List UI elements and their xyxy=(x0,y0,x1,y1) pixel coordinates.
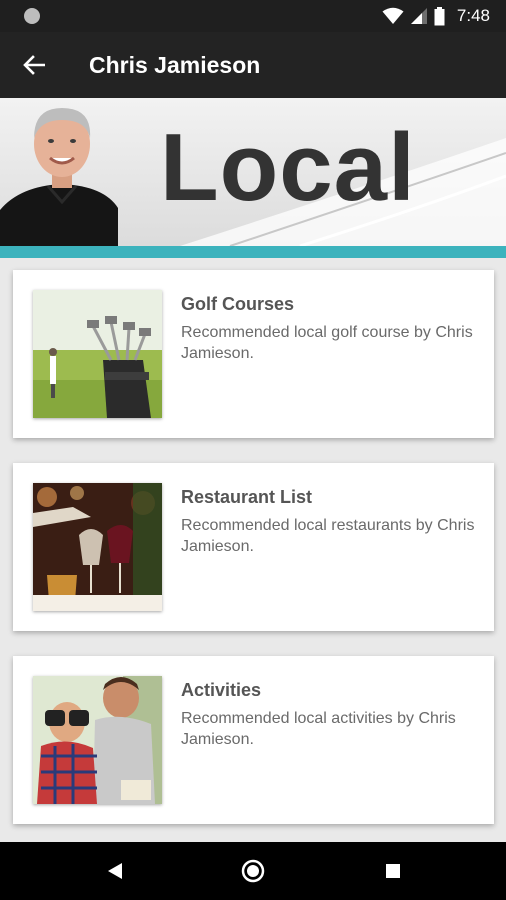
banner-accent-line xyxy=(0,246,506,258)
arrow-back-icon xyxy=(23,55,45,75)
status-time: 7:48 xyxy=(456,6,490,25)
list-item-golf-courses[interactable]: Golf Courses Recommended local golf cour… xyxy=(13,270,494,438)
content-list: Golf Courses Recommended local golf cour… xyxy=(0,258,506,842)
app-bar: Chris Jamieson xyxy=(0,32,506,98)
nav-home-button[interactable] xyxy=(241,859,265,883)
back-button[interactable] xyxy=(18,49,50,81)
list-item-title: Activities xyxy=(181,680,262,700)
binoculars-photo xyxy=(33,676,162,804)
home-circle-icon xyxy=(241,859,265,883)
battery-icon xyxy=(434,6,445,25)
list-item-restaurant-list[interactable]: Restaurant List Recommended local restau… xyxy=(13,463,494,631)
notification-dot-icon xyxy=(24,8,40,24)
wifi-icon xyxy=(382,7,404,24)
avatar xyxy=(0,108,118,246)
system-nav-bar xyxy=(0,842,506,900)
header-banner: Local xyxy=(0,98,506,246)
recents-square-icon xyxy=(386,864,400,878)
list-item-title: Restaurant List xyxy=(181,487,313,507)
golf-bag-photo xyxy=(33,290,162,418)
nav-back-button[interactable] xyxy=(103,859,127,883)
banner-title: Local xyxy=(160,114,416,221)
list-item-description: Recommended local activities by Chris Ja… xyxy=(181,710,456,748)
list-item-description: Recommended local restaurants by Chris J… xyxy=(181,517,475,555)
status-icons: 7:48 xyxy=(382,5,490,27)
back-triangle-icon xyxy=(108,863,122,879)
wine-glasses-photo xyxy=(33,483,162,611)
list-item-description: Recommended local golf course by Chris J… xyxy=(181,324,473,362)
list-item-title: Golf Courses xyxy=(181,294,295,314)
nav-recents-button[interactable] xyxy=(381,859,405,883)
signal-icon xyxy=(410,8,427,24)
status-bar: 7:48 xyxy=(0,0,506,32)
list-item-activities[interactable]: Activities Recommended local activities … xyxy=(13,656,494,824)
page-title: Chris Jamieson xyxy=(89,52,261,78)
